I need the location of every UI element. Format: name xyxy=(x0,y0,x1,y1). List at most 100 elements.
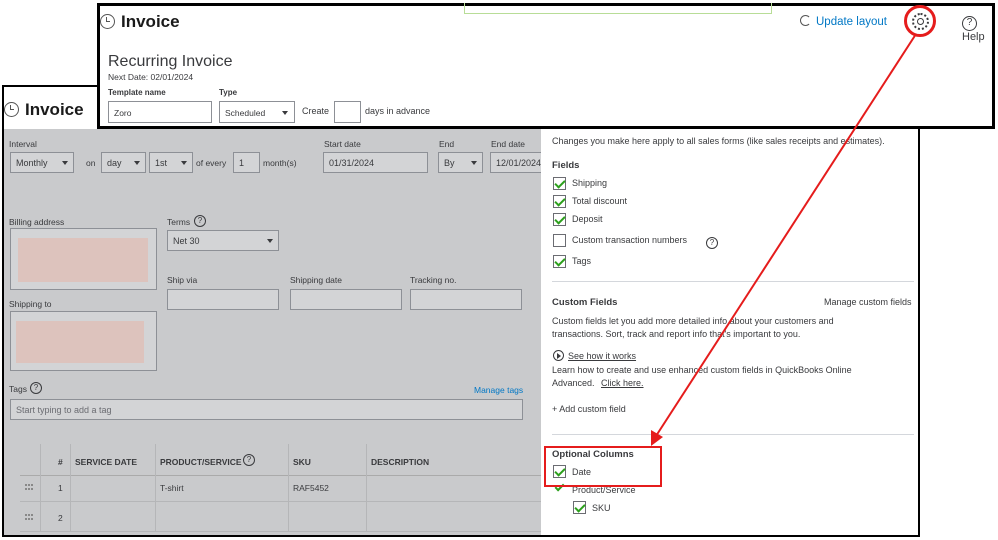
update-layout-label: Update layout xyxy=(816,16,887,28)
template-name-label: Template name xyxy=(108,88,166,97)
table-row[interactable]: 2 xyxy=(20,502,541,532)
help-circle-icon[interactable]: ? xyxy=(243,454,255,466)
click-here-link[interactable]: Click here. xyxy=(601,378,644,388)
shipping-checkbox[interactable] xyxy=(553,177,566,190)
tags-label: Tags xyxy=(9,384,27,394)
total-discount-label: Total discount xyxy=(572,196,628,206)
table-row[interactable]: 1 T-shirt RAF5452 xyxy=(20,472,541,502)
history-icon[interactable] xyxy=(4,102,19,117)
custom-fields-desc-line2: transactions. Sort, track and report inf… xyxy=(552,329,801,339)
on-select[interactable]: day xyxy=(101,152,146,173)
help-circle-icon[interactable]: ? xyxy=(706,237,718,249)
custom-fields-heading: Custom Fields xyxy=(552,297,618,308)
manage-tags-link[interactable]: Manage tags xyxy=(474,385,523,395)
template-name-input[interactable]: Zoro xyxy=(108,101,212,123)
terms-select[interactable]: Net 30 xyxy=(167,230,279,251)
add-custom-field-link[interactable]: + Add custom field xyxy=(552,404,626,414)
chevron-down-icon xyxy=(181,161,187,165)
on-value: day xyxy=(107,158,122,168)
sku-checkbox[interactable] xyxy=(573,501,586,514)
end-date-input[interactable]: 12/01/2024 xyxy=(490,152,541,173)
type-select[interactable]: Scheduled xyxy=(219,101,295,123)
shipping-label: Shipping xyxy=(572,178,608,188)
column-divider xyxy=(288,444,289,475)
col-product-service: PRODUCT/SERVICE xyxy=(160,457,242,467)
end-value: By xyxy=(444,158,455,168)
day-select[interactable]: 1st xyxy=(149,152,193,173)
column-divider xyxy=(70,502,71,531)
next-date: Next Date: 02/01/2024 xyxy=(108,72,194,82)
column-divider xyxy=(40,502,41,531)
shipping-date-label: Shipping date xyxy=(290,275,342,285)
row-product[interactable]: T-shirt xyxy=(160,483,184,493)
column-divider xyxy=(155,444,156,475)
type-value: Scheduled xyxy=(225,108,266,118)
tracking-input[interactable] xyxy=(410,289,522,310)
play-icon[interactable] xyxy=(553,350,564,361)
panel-intro: Changes you make here apply to all sales… xyxy=(552,136,885,146)
recurring-invoice-window: Invoice Update layout ?Help Recurring In… xyxy=(97,3,995,129)
divider xyxy=(552,281,914,282)
interval-value: Monthly xyxy=(16,158,48,168)
interval-select[interactable]: Monthly xyxy=(10,152,74,173)
annotation-box xyxy=(544,446,662,487)
manage-custom-fields-link[interactable]: Manage custom fields xyxy=(824,297,912,307)
terms-value: Net 30 xyxy=(173,236,200,246)
create-label: Create xyxy=(302,106,330,116)
refresh-icon xyxy=(800,15,811,26)
invoice-title-text: Invoice xyxy=(25,100,84,119)
column-divider xyxy=(288,502,289,531)
start-date-label: Start date xyxy=(324,139,361,149)
of-every-label: of every xyxy=(196,158,227,168)
column-divider xyxy=(40,472,41,501)
create-days-input[interactable] xyxy=(334,101,361,123)
custom-transaction-numbers-checkbox[interactable] xyxy=(553,234,566,247)
row-sku[interactable]: RAF5452 xyxy=(293,483,329,493)
invoice-form-dimmed: Invoice Interval Monthly on day 1st of e… xyxy=(4,87,541,535)
column-divider xyxy=(366,444,367,475)
help-circle-icon: ? xyxy=(962,16,977,31)
gear-icon[interactable] xyxy=(912,13,929,30)
learn-line1: Learn how to create and use enhanced cus… xyxy=(552,365,852,375)
green-outline xyxy=(464,3,772,14)
invoice-title-text: Invoice xyxy=(121,12,180,31)
history-icon[interactable] xyxy=(100,14,115,29)
help-button[interactable]: ?Help xyxy=(962,14,992,43)
tracking-label: Tracking no. xyxy=(410,275,457,285)
tags-input[interactable]: Start typing to add a tag xyxy=(10,399,523,420)
end-date-label: End date xyxy=(491,139,526,149)
redacted-address xyxy=(18,238,148,282)
invoice-window-back: Invoice Interval Monthly on day 1st of e… xyxy=(2,85,920,537)
ship-via-label: Ship via xyxy=(167,275,198,285)
column-divider xyxy=(155,502,156,531)
sku-label: SKU xyxy=(592,503,611,513)
end-label: End xyxy=(439,139,455,149)
column-divider xyxy=(155,472,156,501)
custom-fields-desc-line1: Custom fields let you add more detailed … xyxy=(552,316,834,326)
day-value: 1st xyxy=(155,158,168,168)
invoice-title-front: Invoice xyxy=(100,12,180,32)
chevron-down-icon xyxy=(62,161,68,165)
drag-handle-icon[interactable] xyxy=(25,484,33,490)
col-service-date: SERVICE DATE xyxy=(75,457,138,467)
col-description: DESCRIPTION xyxy=(371,457,430,467)
end-select[interactable]: By xyxy=(438,152,483,173)
col-number: # xyxy=(58,457,63,467)
help-circle-icon[interactable]: ? xyxy=(30,382,42,394)
update-layout-button[interactable]: Update layout xyxy=(800,15,887,28)
column-divider xyxy=(366,472,367,501)
drag-handle-icon[interactable] xyxy=(25,514,33,520)
row-number: 1 xyxy=(58,483,63,493)
deposit-label: Deposit xyxy=(572,214,603,224)
chevron-down-icon xyxy=(282,111,288,115)
every-input[interactable]: 1 xyxy=(233,152,260,173)
see-how-it-works-link[interactable]: See how it works xyxy=(568,351,636,361)
column-divider xyxy=(366,502,367,531)
tags-checkbox[interactable] xyxy=(553,255,566,268)
ship-via-input[interactable] xyxy=(167,289,279,310)
help-circle-icon[interactable]: ? xyxy=(194,215,206,227)
shipping-date-input[interactable] xyxy=(290,289,402,310)
deposit-checkbox[interactable] xyxy=(553,213,566,226)
start-date-input[interactable]: 01/31/2024 xyxy=(323,152,428,173)
total-discount-checkbox[interactable] xyxy=(553,195,566,208)
